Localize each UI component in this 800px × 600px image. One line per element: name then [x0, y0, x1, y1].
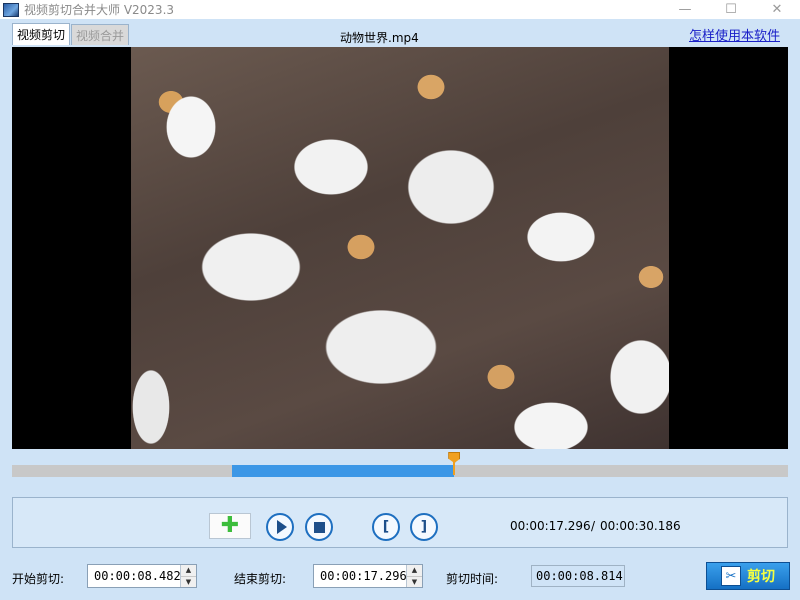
spin-down-icon[interactable]: ▼ — [181, 576, 196, 587]
tab-video-cut[interactable]: 视频剪切 — [12, 23, 71, 45]
play-button[interactable] — [266, 513, 294, 541]
playback-controls: ✚ [ ] 00:00:17.296 / 00:00:30.186 — [12, 497, 788, 548]
current-time: 00:00:17.296 — [510, 519, 591, 533]
start-cut-input[interactable] — [88, 566, 180, 586]
video-preview — [12, 47, 788, 449]
end-cut-spin[interactable]: ▲ ▼ — [406, 565, 422, 587]
spin-up-icon[interactable]: ▲ — [407, 565, 422, 577]
spin-up-icon[interactable]: ▲ — [181, 565, 196, 577]
playhead-handle[interactable] — [448, 452, 461, 490]
window-controls: — ☐ ✕ — [662, 0, 800, 19]
timeline-selection — [231, 465, 455, 477]
video-frame — [131, 47, 669, 449]
playhead-line — [453, 462, 456, 475]
stop-icon — [313, 521, 325, 533]
cut-button-label: 剪切 — [747, 569, 775, 585]
timeline-track[interactable] — [12, 452, 788, 477]
stop-button[interactable] — [305, 513, 333, 541]
app-icon — [3, 2, 19, 17]
end-cut-label: 结束剪切: — [234, 572, 287, 586]
minimize-button[interactable]: — — [662, 0, 708, 19]
play-icon — [276, 520, 287, 534]
title-bar: 视频剪切合并大师 V2023.3 — ☐ ✕ — [0, 0, 800, 19]
cut-duration-value: 00:00:08.814 — [531, 565, 625, 587]
total-time: 00:00:30.186 — [600, 519, 681, 533]
help-link[interactable]: 怎样使用本软件 — [689, 25, 780, 44]
end-cut-input[interactable] — [314, 566, 406, 586]
start-cut-spin[interactable]: ▲ ▼ — [180, 565, 196, 587]
start-cut-stepper[interactable]: ▲ ▼ — [87, 564, 197, 588]
window-title: 视频剪切合并大师 V2023.3 — [24, 3, 175, 17]
tab-video-merge[interactable]: 视频合并 — [71, 24, 130, 45]
end-cut-stepper[interactable]: ▲ ▼ — [313, 564, 423, 588]
cut-button[interactable]: ✂ 剪切 — [706, 562, 790, 590]
tab-row: 视频剪切 视频合并 动物世界.mp4 怎样使用本软件 — [0, 19, 800, 46]
spin-down-icon[interactable]: ▼ — [407, 576, 422, 587]
close-button[interactable]: ✕ — [754, 0, 800, 19]
add-segment-button[interactable]: ✚ — [209, 513, 251, 539]
file-name: 动物世界.mp4 — [340, 31, 419, 45]
scissors-icon: ✂ — [721, 566, 741, 586]
cut-duration-label: 剪切时间: — [446, 572, 499, 586]
start-cut-label: 开始剪切: — [12, 572, 65, 586]
plus-icon: ✚ — [220, 513, 240, 538]
time-separator: / — [591, 519, 596, 533]
maximize-button[interactable]: ☐ — [708, 0, 754, 19]
mark-out-button[interactable]: ] — [410, 513, 438, 541]
mark-in-button[interactable]: [ — [372, 513, 400, 541]
